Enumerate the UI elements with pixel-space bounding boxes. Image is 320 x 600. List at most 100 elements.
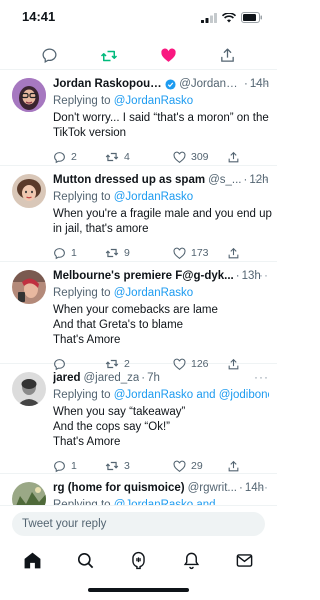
tweet-body: Melbourne's premiere F@g-dyk... · 13h ··… bbox=[53, 268, 269, 371]
author-name[interactable]: Melbourne's premiere F@g-dyk... bbox=[53, 270, 234, 282]
battery-icon bbox=[241, 10, 263, 28]
reply-button[interactable]: 1 bbox=[53, 247, 105, 260]
like-icon[interactable] bbox=[157, 45, 179, 67]
replying-to-link[interactable]: @JordanRasko bbox=[114, 191, 193, 203]
tweet-text-line: When you're a fragile male and you end u… bbox=[53, 208, 272, 220]
like-button[interactable]: 309 bbox=[173, 151, 227, 164]
author-name[interactable]: rg (home for quismoice) bbox=[53, 482, 185, 494]
bottom-tab-bar bbox=[0, 545, 277, 575]
share-button[interactable] bbox=[227, 247, 240, 260]
reply-icon bbox=[54, 247, 65, 259]
reply-tweet[interactable]: Jordan Raskopoulos @JordanR... · 14h ···… bbox=[0, 70, 277, 166]
retweet-count: 4 bbox=[124, 151, 130, 163]
retweet-icon bbox=[105, 461, 119, 471]
status-time: 14:41 bbox=[22, 9, 56, 24]
replying-prefix: Replying to bbox=[53, 389, 111, 401]
retweet-count: 3 bbox=[124, 460, 130, 472]
author-handle: @rgwrit... bbox=[187, 482, 237, 494]
avatar[interactable] bbox=[12, 270, 46, 304]
tweet-text-line: That's Amore bbox=[53, 436, 121, 448]
avatar[interactable] bbox=[12, 78, 46, 112]
replying-to: Replying to @JordanRasko bbox=[53, 190, 269, 205]
avatar[interactable] bbox=[12, 174, 46, 208]
like-icon bbox=[173, 247, 186, 259]
separator-dot: · bbox=[243, 174, 248, 186]
author-name[interactable]: Mutton dressed up as spam bbox=[53, 174, 205, 186]
tweet-text-line: That's Amore bbox=[53, 334, 121, 346]
reply-composer bbox=[0, 505, 277, 545]
notifications-icon[interactable] bbox=[180, 548, 204, 572]
avatar[interactable] bbox=[12, 372, 46, 406]
reply-input[interactable] bbox=[12, 512, 265, 536]
retweet-button[interactable]: 3 bbox=[105, 459, 173, 473]
tweet-stats: 1 9 173 bbox=[53, 246, 269, 260]
retweet-icon bbox=[105, 152, 119, 162]
reply-icon[interactable] bbox=[39, 45, 61, 67]
tweet-text: Don't worry... I said “that's a moron” o… bbox=[53, 111, 269, 141]
tweet-body: Mutton dressed up as spam @s_... · 12h ·… bbox=[53, 172, 272, 260]
like-icon bbox=[173, 460, 186, 472]
search-icon[interactable] bbox=[74, 548, 98, 572]
more-options-icon[interactable]: ··· bbox=[254, 268, 269, 282]
share-button[interactable] bbox=[227, 460, 240, 473]
reply-button[interactable]: 2 bbox=[53, 151, 105, 164]
author-name[interactable]: jared bbox=[53, 372, 81, 384]
reply-tweet[interactable]: Melbourne's premiere F@g-dyk... · 13h ··… bbox=[0, 262, 277, 370]
tweet-header: Melbourne's premiere F@g-dyk... · 13h bbox=[53, 268, 269, 284]
tweet-text-line: When you say “takeaway” bbox=[53, 406, 186, 418]
tweet-header: rg (home for quismoice) @rgwrit... · 14h bbox=[53, 480, 269, 496]
retweet-count: 9 bbox=[124, 247, 130, 259]
retweet-icon[interactable] bbox=[98, 45, 120, 67]
share-icon bbox=[228, 151, 239, 162]
tweet-header: Mutton dressed up as spam @s_... · 12h bbox=[53, 172, 269, 188]
home-indicator bbox=[88, 588, 189, 592]
reply-tweet[interactable]: Mutton dressed up as spam @s_... · 12h ·… bbox=[0, 166, 277, 262]
tweet-text-line: And the cops say “Ok!” bbox=[53, 421, 170, 433]
reply-tweet[interactable]: jared @jared_za · 7h ··· Replying to @Jo… bbox=[0, 364, 277, 474]
retweet-button[interactable]: 4 bbox=[105, 150, 173, 164]
reply-icon bbox=[54, 460, 65, 472]
replying-to-link[interactable]: @JordanRasko bbox=[114, 95, 193, 107]
reply-count: 1 bbox=[71, 247, 77, 259]
like-button[interactable]: 29 bbox=[173, 460, 227, 473]
tweet-body: Jordan Raskopoulos @JordanR... · 14h ···… bbox=[53, 76, 269, 164]
replying-to-link[interactable]: @JordanRasko bbox=[114, 287, 193, 299]
tweet-stats: 2 4 309 bbox=[53, 150, 269, 164]
wifi-icon bbox=[221, 10, 237, 28]
author-handle: @JordanR... bbox=[179, 78, 242, 90]
replying-to: Replying to @JordanRasko and @jodiboner_ bbox=[53, 388, 269, 403]
author-name[interactable]: Jordan Raskopoulos bbox=[53, 78, 163, 90]
share-icon bbox=[228, 247, 239, 258]
separator-dot: · bbox=[141, 372, 146, 384]
replying-to-link[interactable]: @JordanRasko and @jodiboner_ bbox=[114, 389, 269, 401]
verified-badge-icon bbox=[165, 78, 176, 90]
signal-icon bbox=[201, 10, 217, 28]
author-handle: @s_... bbox=[208, 174, 242, 186]
replying-prefix: Replying to bbox=[53, 191, 111, 203]
retweet-icon bbox=[105, 248, 119, 258]
tweet-action-bar bbox=[0, 42, 277, 70]
spaces-icon[interactable] bbox=[127, 548, 151, 572]
separator-dot: · bbox=[239, 482, 243, 494]
like-count: 173 bbox=[191, 247, 209, 259]
more-options-icon[interactable]: ··· bbox=[254, 480, 269, 494]
more-options-icon[interactable]: ··· bbox=[254, 172, 269, 186]
tweet-text-line: TikTok version bbox=[53, 127, 127, 139]
status-bar: 14:41 bbox=[0, 0, 277, 32]
share-icon[interactable] bbox=[216, 45, 238, 67]
messages-icon[interactable] bbox=[233, 548, 257, 572]
reply-button[interactable]: 1 bbox=[53, 460, 105, 473]
more-options-icon[interactable]: ··· bbox=[254, 370, 269, 384]
share-button[interactable] bbox=[227, 151, 240, 164]
reply-count: 2 bbox=[71, 151, 77, 163]
tweet-stats: 1 3 29 bbox=[53, 459, 269, 473]
tweet-text-line: in jail, that's amore bbox=[53, 223, 149, 235]
tweet-text-line: And that Greta's to blame bbox=[53, 319, 184, 331]
tweet-body: jared @jared_za · 7h ··· Replying to @Jo… bbox=[53, 370, 269, 473]
replying-to: Replying to @JordanRasko bbox=[53, 94, 269, 109]
like-count: 309 bbox=[191, 151, 209, 163]
more-options-icon[interactable]: ··· bbox=[254, 76, 269, 90]
retweet-button[interactable]: 9 bbox=[105, 246, 173, 260]
like-button[interactable]: 173 bbox=[173, 247, 227, 260]
home-icon[interactable] bbox=[21, 548, 45, 572]
